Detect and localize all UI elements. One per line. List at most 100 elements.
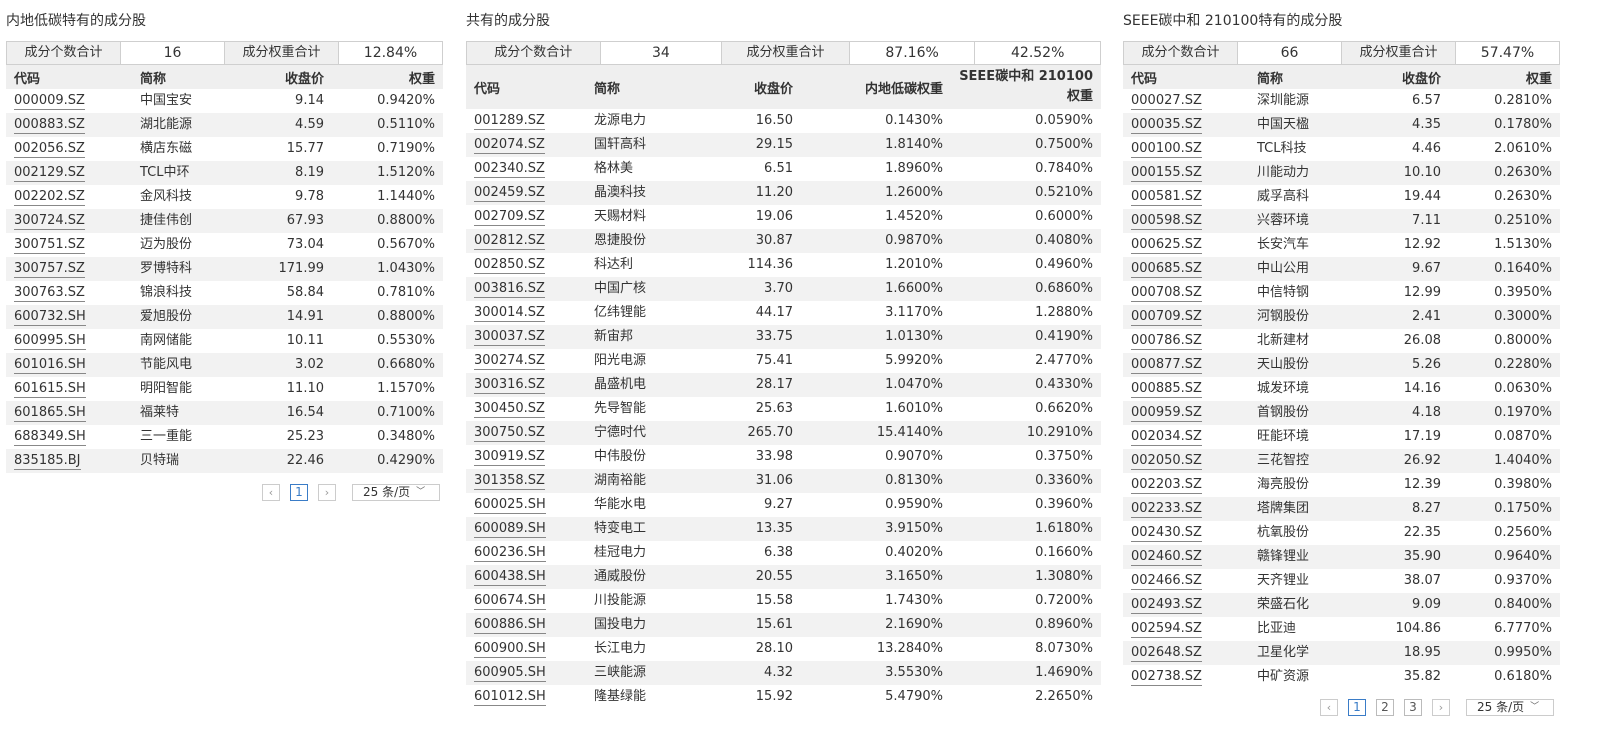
stock-code-link[interactable]: 600438.SH xyxy=(474,569,546,586)
column-header-seee-weight[interactable]: SEEE碳中和 210100权重 xyxy=(951,65,1101,109)
stock-code-link[interactable]: 600236.SH xyxy=(474,545,546,562)
stock-code-link[interactable]: 300450.SZ xyxy=(474,401,545,418)
column-header-code[interactable]: 代码 xyxy=(1123,65,1249,89)
stock-code-link[interactable]: 002460.SZ xyxy=(1131,549,1202,566)
column-header-name[interactable]: 简称 xyxy=(132,65,242,89)
stock-code-link[interactable]: 300763.SZ xyxy=(14,285,85,302)
stock-code-link[interactable]: 600995.SH xyxy=(14,333,86,350)
column-header-weight[interactable]: 权重 xyxy=(1449,65,1560,89)
stock-code-link[interactable]: 000709.SZ xyxy=(1131,309,1202,326)
stock-code-link[interactable]: 600905.SH xyxy=(474,665,546,682)
stock-code-link[interactable]: 600886.SH xyxy=(474,617,546,634)
stock-code-link[interactable]: 300316.SZ xyxy=(474,377,545,394)
page-3-button[interactable]: 3 xyxy=(1404,699,1422,716)
stock-code-link[interactable]: 300724.SZ xyxy=(14,213,85,230)
stock-code-link[interactable]: 000581.SZ xyxy=(1131,189,1202,206)
prev-page-button[interactable]: ‹ xyxy=(1320,699,1338,716)
stock-code-link[interactable]: 601012.SH xyxy=(474,689,546,706)
column-header-code[interactable]: 代码 xyxy=(6,65,132,89)
stock-code-link[interactable]: 600732.SH xyxy=(14,309,86,326)
cell-name: 晶澳科技 xyxy=(586,181,701,205)
stock-code-link[interactable]: 300750.SZ xyxy=(474,425,545,442)
page-2-button[interactable]: 2 xyxy=(1376,699,1394,716)
stock-code-link[interactable]: 300037.SZ xyxy=(474,329,545,346)
page-size-select[interactable]: 25 条/页 ﹀ xyxy=(352,484,440,501)
stock-code-link[interactable]: 601016.SH xyxy=(14,357,86,374)
column-header-name[interactable]: 简称 xyxy=(586,65,701,109)
table-row: 600995.SH 南网储能 10.11 0.5530% xyxy=(6,329,443,353)
stock-code-link[interactable]: 000035.SZ xyxy=(1131,117,1202,134)
stock-code-link[interactable]: 002430.SZ xyxy=(1131,525,1202,542)
stock-code-link[interactable]: 000885.SZ xyxy=(1131,381,1202,398)
stock-code-link[interactable]: 002594.SZ xyxy=(1131,621,1202,638)
column-header-name[interactable]: 简称 xyxy=(1249,65,1359,89)
cell-code: 002202.SZ xyxy=(6,185,132,209)
stock-code-link[interactable]: 300014.SZ xyxy=(474,305,545,322)
page-1-button[interactable]: 1 xyxy=(290,484,308,501)
stock-code-link[interactable]: 002340.SZ xyxy=(474,161,545,178)
stock-code-link[interactable]: 002738.SZ xyxy=(1131,669,1202,686)
stock-code-link[interactable]: 000708.SZ xyxy=(1131,285,1202,302)
stock-code-link[interactable]: 000685.SZ xyxy=(1131,261,1202,278)
stock-code-link[interactable]: 002466.SZ xyxy=(1131,573,1202,590)
stock-code-link[interactable]: 002056.SZ xyxy=(14,141,85,158)
stock-code-link[interactable]: 003816.SZ xyxy=(474,281,545,298)
stock-code-link[interactable]: 002074.SZ xyxy=(474,137,545,154)
stock-code-link[interactable]: 000009.SZ xyxy=(14,93,85,110)
cell-weight: 1.7430% xyxy=(885,593,943,608)
stock-code-link[interactable]: 300274.SZ xyxy=(474,353,545,370)
stock-code-link[interactable]: 000598.SZ xyxy=(1131,213,1202,230)
stock-code-link[interactable]: 002459.SZ xyxy=(474,185,545,202)
prev-page-button[interactable]: ‹ xyxy=(262,484,280,501)
stock-code-link[interactable]: 002129.SZ xyxy=(14,165,85,182)
next-page-button[interactable]: › xyxy=(318,484,336,501)
stock-code-link[interactable]: 601615.SH xyxy=(14,381,86,398)
cell-code: 600732.SH xyxy=(6,305,132,329)
summary-bar: 成分个数合计 34 成分权重合计 87.16% 42.52% xyxy=(466,41,1101,65)
stock-code-link[interactable]: 300757.SZ xyxy=(14,261,85,278)
stock-code-link[interactable]: 002493.SZ xyxy=(1131,597,1202,614)
stock-code-link[interactable]: 002850.SZ xyxy=(474,257,545,274)
stock-code-link[interactable]: 600900.SH xyxy=(474,641,546,658)
stock-code-link[interactable]: 600089.SH xyxy=(474,521,546,538)
stock-code-link[interactable]: 002034.SZ xyxy=(1131,429,1202,446)
column-header-close[interactable]: 收盘价 xyxy=(1359,65,1449,89)
cell-code: 002459.SZ xyxy=(466,181,586,205)
cell-code: 002233.SZ xyxy=(1123,497,1249,521)
stock-code-link[interactable]: 002202.SZ xyxy=(14,189,85,206)
stock-code-link[interactable]: 601865.SH xyxy=(14,405,86,422)
stock-code-link[interactable]: 001289.SZ xyxy=(474,113,545,130)
stock-code-link[interactable]: 000877.SZ xyxy=(1131,357,1202,374)
column-header-weight[interactable]: 权重 xyxy=(332,65,443,89)
stock-code-link[interactable]: 300751.SZ xyxy=(14,237,85,254)
cell-close: 11.20 xyxy=(701,181,801,205)
stock-code-link[interactable]: 002233.SZ xyxy=(1131,501,1202,518)
cell-weight: 0.2510% xyxy=(1449,209,1560,233)
column-header-close[interactable]: 收盘价 xyxy=(701,65,801,109)
stock-code-link[interactable]: 002203.SZ xyxy=(1131,477,1202,494)
stock-code-link[interactable]: 000625.SZ xyxy=(1131,237,1202,254)
column-header-close[interactable]: 收盘价 xyxy=(242,65,332,89)
stock-code-link[interactable]: 301358.SZ xyxy=(474,473,545,490)
stock-code-link[interactable]: 600025.SH xyxy=(474,497,546,514)
stock-code-link[interactable]: 002648.SZ xyxy=(1131,645,1202,662)
page-1-button[interactable]: 1 xyxy=(1348,699,1366,716)
stock-code-link[interactable]: 835185.BJ xyxy=(14,453,81,470)
next-page-button[interactable]: › xyxy=(1432,699,1450,716)
stock-code-link[interactable]: 000100.SZ xyxy=(1131,141,1202,158)
stock-code-link[interactable]: 600674.SH xyxy=(474,593,546,610)
stock-code-link[interactable]: 000883.SZ xyxy=(14,117,85,134)
page-size-select[interactable]: 25 条/页 ﹀ xyxy=(1466,699,1554,716)
stock-code-link[interactable]: 688349.SH xyxy=(14,429,86,446)
table-row: 002460.SZ 赣锋锂业 35.90 0.9640% xyxy=(1123,545,1560,569)
stock-code-link[interactable]: 000786.SZ xyxy=(1131,333,1202,350)
column-header-inland-weight[interactable]: 内地低碳权重 xyxy=(801,65,951,109)
stock-code-link[interactable]: 002812.SZ xyxy=(474,233,545,250)
stock-code-link[interactable]: 002050.SZ xyxy=(1131,453,1202,470)
stock-code-link[interactable]: 000027.SZ xyxy=(1131,93,1202,110)
column-header-code[interactable]: 代码 xyxy=(466,65,586,109)
stock-code-link[interactable]: 002709.SZ xyxy=(474,209,545,226)
stock-code-link[interactable]: 000155.SZ xyxy=(1131,165,1202,182)
stock-code-link[interactable]: 000959.SZ xyxy=(1131,405,1202,422)
stock-code-link[interactable]: 300919.SZ xyxy=(474,449,545,466)
